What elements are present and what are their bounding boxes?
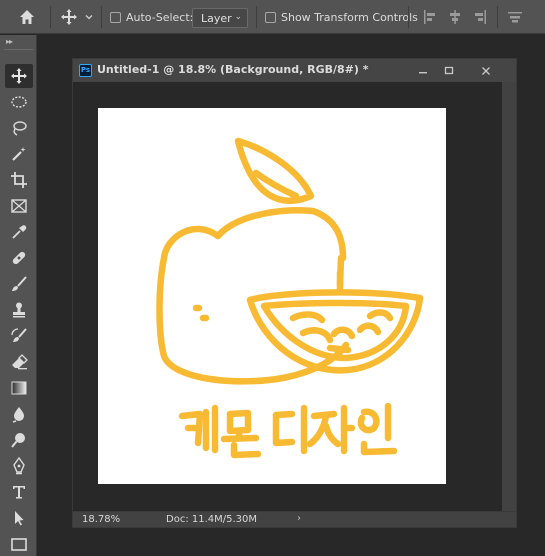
eyedropper-icon (12, 225, 27, 239)
align-left-button[interactable] (422, 0, 438, 34)
align-left-icon (424, 10, 435, 24)
auto-select-label: Auto-Select: (126, 10, 194, 24)
pen-tool[interactable] (5, 454, 33, 478)
document-title: Untitled-1 @ 18.8% (Background, RGB/8#) … (97, 63, 369, 76)
healing-brush-tool[interactable] (5, 246, 33, 270)
photoshop-file-icon: Ps (79, 64, 92, 77)
close-button[interactable] (473, 59, 499, 82)
chevron-down-icon: ⌄ (234, 12, 242, 22)
align-top-icon (508, 12, 522, 23)
eraser-tool[interactable] (5, 350, 33, 374)
frame-icon (11, 199, 27, 213)
eyedropper-tool[interactable] (5, 220, 33, 244)
path-selection-tool[interactable] (5, 506, 33, 530)
auto-select-checkbox[interactable]: Auto-Select: (110, 0, 193, 34)
document-window: Ps Untitled-1 @ 18.8% (Background, RGB/8… (72, 58, 517, 528)
divider (4, 49, 33, 50)
clone-stamp-tool[interactable] (5, 298, 33, 322)
magic-wand-icon (12, 147, 26, 161)
brush-icon (12, 276, 27, 291)
move-icon (11, 68, 27, 84)
show-transform-checkbox[interactable]: Show Transform Controls (265, 0, 418, 34)
separator (408, 6, 409, 28)
rectangle-tool[interactable] (5, 532, 33, 556)
dodge-tool[interactable] (5, 428, 33, 452)
arrow-icon (15, 511, 24, 526)
gradient-tool[interactable] (5, 376, 33, 400)
lasso-tool[interactable] (5, 116, 33, 140)
canvas-area[interactable] (73, 82, 516, 511)
crop-tool[interactable] (5, 168, 33, 192)
dodge-icon (11, 433, 25, 448)
type-icon (13, 486, 25, 499)
separator (256, 6, 257, 28)
panel-collapse-icon[interactable]: ▸▸ (6, 37, 13, 46)
chevron-down-icon (85, 15, 93, 20)
separator (50, 6, 51, 28)
align-right-icon (475, 10, 486, 24)
auto-select-target-dropdown[interactable]: Layer ⌄ (192, 8, 248, 28)
separator (497, 6, 498, 28)
minimize-button[interactable] (410, 59, 436, 82)
bandage-icon (12, 251, 26, 265)
status-bar: 18.78% Doc: 11.4M/5.30M › (73, 511, 516, 527)
move-tool[interactable] (5, 64, 33, 88)
align-center-button[interactable] (447, 0, 463, 34)
history-brush-icon (11, 328, 27, 342)
minimize-icon (419, 71, 427, 73)
vertical-scrollbar[interactable] (502, 82, 516, 511)
frame-tool[interactable] (5, 194, 33, 218)
home-button[interactable] (18, 0, 36, 34)
align-top-button[interactable] (507, 0, 523, 34)
chevron-right-icon[interactable]: › (297, 513, 301, 524)
maximize-icon (444, 66, 454, 74)
options-bar: Auto-Select: Layer ⌄ Show Transform Cont… (0, 0, 545, 34)
align-center-icon (450, 10, 460, 24)
rectangle-icon (11, 538, 27, 551)
gradient-icon (11, 381, 27, 395)
brush-tool[interactable] (5, 272, 33, 296)
magic-wand-tool[interactable] (5, 142, 33, 166)
eraser-icon (12, 354, 28, 370)
move-tool-preset-button[interactable] (60, 0, 94, 34)
document-canvas[interactable] (98, 108, 446, 484)
home-icon (20, 10, 34, 24)
crop-icon (11, 172, 27, 188)
document-title-bar[interactable]: Ps Untitled-1 @ 18.8% (Background, RGB/8… (73, 59, 516, 82)
auto-select-box[interactable] (110, 11, 121, 23)
history-brush-tool[interactable] (5, 324, 33, 348)
pen-icon (13, 457, 25, 475)
tools-panel: ▸▸ (0, 35, 37, 556)
blur-icon (12, 407, 24, 423)
separator (101, 6, 102, 28)
marquee-tool[interactable] (5, 90, 33, 114)
show-transform-label: Show Transform Controls (281, 10, 418, 24)
type-tool[interactable] (5, 480, 33, 504)
ellipse-marquee-icon (11, 96, 27, 108)
lasso-icon (13, 121, 27, 136)
document-size: Doc: 11.4M/5.30M (166, 514, 258, 525)
close-icon (482, 66, 490, 75)
zoom-level[interactable]: 18.78% (82, 514, 120, 525)
maximize-button[interactable] (436, 59, 462, 82)
align-right-button[interactable] (472, 0, 488, 34)
lemon-artwork (156, 137, 424, 459)
dropdown-value: Layer (201, 11, 232, 25)
blur-tool[interactable] (5, 402, 33, 426)
stamp-icon (13, 302, 25, 318)
show-transform-box[interactable] (265, 11, 276, 23)
move-tool-icon (61, 9, 77, 25)
